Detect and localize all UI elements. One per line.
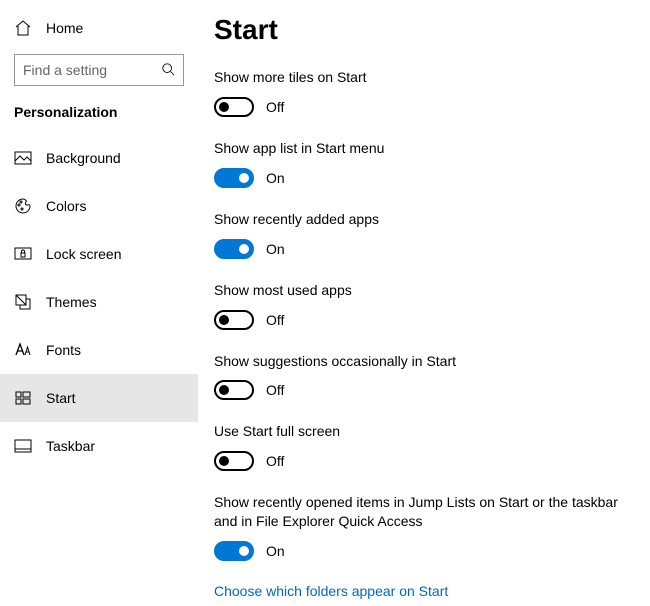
toggle-switch[interactable] xyxy=(214,380,254,400)
main-content: Start Show more tiles on Start Off Show ap… xyxy=(198,0,650,606)
search-icon xyxy=(161,62,175,79)
category-title: Personalization xyxy=(0,100,198,134)
setting-label: Use Start full screen xyxy=(214,422,626,441)
setting-row: Show suggestions occasionally in Start Of… xyxy=(214,352,626,401)
sidebar-item-label: Start xyxy=(46,390,76,406)
setting-row: Use Start full screen Off xyxy=(214,422,626,471)
page-title: Start xyxy=(214,14,626,46)
home-button[interactable]: Home xyxy=(0,10,198,46)
toggle-switch[interactable] xyxy=(214,451,254,471)
toggle-row: On xyxy=(214,168,626,188)
toggle-switch[interactable] xyxy=(214,168,254,188)
setting-label: Show more tiles on Start xyxy=(214,68,626,87)
sidebar-item-themes[interactable]: Themes xyxy=(0,278,198,326)
setting-row: Show more tiles on Start Off xyxy=(214,68,626,117)
setting-label: Show recently opened items in Jump Lists… xyxy=(214,493,626,531)
toggle-switch[interactable] xyxy=(214,310,254,330)
toggle-row: Off xyxy=(214,97,626,117)
sidebar-item-label: Themes xyxy=(46,294,97,310)
lock-screen-icon xyxy=(14,245,32,263)
setting-label: Show recently added apps xyxy=(214,210,626,229)
sidebar-item-fonts[interactable]: Fonts xyxy=(0,326,198,374)
sidebar-item-background[interactable]: Background xyxy=(0,134,198,182)
sidebar-item-lock-screen[interactable]: Lock screen xyxy=(0,230,198,278)
taskbar-icon xyxy=(14,437,32,455)
toggle-state-label: Off xyxy=(266,99,284,115)
home-icon xyxy=(14,19,32,37)
fonts-icon xyxy=(14,341,32,359)
toggle-switch[interactable] xyxy=(214,97,254,117)
sidebar-item-label: Background xyxy=(46,150,121,166)
toggle-row: Off xyxy=(214,451,626,471)
toggle-state-label: Off xyxy=(266,453,284,469)
sidebar: Home Personalization Background Colors L… xyxy=(0,0,198,606)
setting-label: Show suggestions occasionally in Start xyxy=(214,352,626,371)
toggle-switch[interactable] xyxy=(214,541,254,561)
sidebar-item-label: Lock screen xyxy=(46,246,121,262)
themes-icon xyxy=(14,293,32,311)
picture-icon xyxy=(14,149,32,167)
sidebar-item-label: Colors xyxy=(46,198,86,214)
setting-label: Show most used apps xyxy=(214,281,626,300)
toggle-row: Off xyxy=(214,310,626,330)
toggle-row: On xyxy=(214,541,626,561)
choose-folders-link[interactable]: Choose which folders appear on Start xyxy=(214,583,626,599)
search-box[interactable] xyxy=(14,54,184,86)
sidebar-item-label: Taskbar xyxy=(46,438,95,454)
toggle-state-label: On xyxy=(266,170,285,186)
toggle-row: On xyxy=(214,239,626,259)
toggle-switch[interactable] xyxy=(214,239,254,259)
toggle-state-label: Off xyxy=(266,312,284,328)
toggle-state-label: Off xyxy=(266,382,284,398)
sidebar-item-start[interactable]: Start xyxy=(0,374,198,422)
toggle-state-label: On xyxy=(266,241,285,257)
palette-icon xyxy=(14,197,32,215)
sidebar-item-label: Fonts xyxy=(46,342,81,358)
setting-row: Show recently added apps On xyxy=(214,210,626,259)
search-input[interactable] xyxy=(23,62,161,78)
setting-row: Show recently opened items in Jump Lists… xyxy=(214,493,626,561)
toggle-row: Off xyxy=(214,380,626,400)
sidebar-item-colors[interactable]: Colors xyxy=(0,182,198,230)
toggle-state-label: On xyxy=(266,543,285,559)
setting-row: Show app list in Start menu On xyxy=(214,139,626,188)
start-icon xyxy=(14,389,32,407)
sidebar-item-taskbar[interactable]: Taskbar xyxy=(0,422,198,470)
home-label: Home xyxy=(46,20,83,36)
setting-row: Show most used apps Off xyxy=(214,281,626,330)
setting-label: Show app list in Start menu xyxy=(214,139,626,158)
